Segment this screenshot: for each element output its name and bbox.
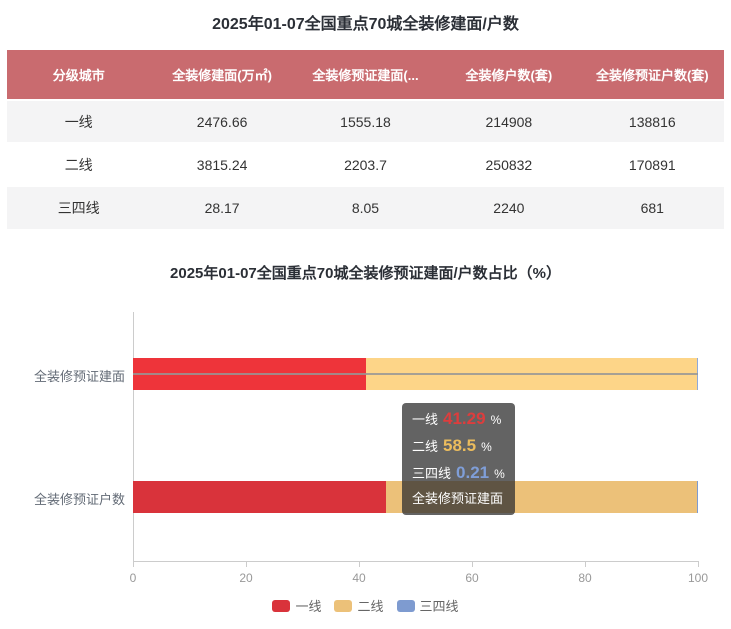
value-cell: 2476.66 [150,100,293,143]
col-header-city: 分级城市 [7,50,150,100]
table-row: 一线 2476.66 1555.18 214908 138816 [7,100,724,143]
table-header: 分级城市 全装修建面(万㎡) 全装修预证建面(... 全装修户数(套) 全装修预… [7,50,724,100]
legend-label: 三四线 [420,596,459,615]
bar-segment-二线[interactable] [386,481,697,513]
city-cell: 三四线 [7,186,150,229]
stacked-bar-permit-units[interactable] [133,481,698,513]
col-header-permit-area: 全装修预证建面(... [294,50,437,100]
x-axis-tick [698,562,699,567]
chart-title: 2025年01-07全国重点70城全装修预证建面/户数占比（%） [0,262,731,283]
col-header-units: 全装修户数(套) [437,50,580,100]
x-axis-tick-label: 100 [678,571,718,585]
tooltip-unit: % [481,434,492,460]
city-cell: 一线 [7,100,150,143]
table-header-row: 分级城市 全装修建面(万㎡) 全装修预证建面(... 全装修户数(套) 全装修预… [7,50,724,100]
value-cell: 170891 [581,143,724,186]
legend-marker [272,600,290,612]
legend-marker [334,600,352,612]
x-axis-tick-label: 80 [565,571,605,585]
tooltip-unit: % [491,407,502,433]
value-cell: 138816 [581,100,724,143]
tooltip-row: 一线41.29% [412,406,505,433]
legend-label: 一线 [295,596,321,615]
page-canvas: 2025年01-07全国重点70城全装修建面/户数 分级城市 全装修建面(万㎡)… [0,0,731,629]
city-cell: 二线 [7,143,150,186]
tooltip-value: 41.29 [443,406,486,432]
value-cell: 681 [581,186,724,229]
x-axis-tick-label: 20 [226,571,266,585]
bar-segment-三四线[interactable] [697,481,698,513]
axis-pointer-line [133,373,698,375]
table-row: 三四线 28.17 8.05 2240 681 [7,186,724,229]
x-axis-tick [133,562,134,567]
legend-item-一线[interactable]: 一线 [272,596,321,615]
col-header-permit-units: 全装修预证户数(套) [581,50,724,100]
legend-item-二线[interactable]: 二线 [334,596,383,615]
value-cell: 2203.7 [294,143,437,186]
value-cell: 28.17 [150,186,293,229]
value-cell: 3815.24 [150,143,293,186]
value-cell: 214908 [437,100,580,143]
x-axis-tick [472,562,473,567]
legend-marker [397,600,415,612]
chart-legend: 一线 二线 三四线 [0,596,731,615]
x-axis-tick-label: 40 [339,571,379,585]
x-axis-tick [246,562,247,567]
tooltip-row: 二线58.5% [412,433,505,460]
value-cell: 2240 [437,186,580,229]
col-header-built-area: 全装修建面(万㎡) [150,50,293,100]
tooltip-value: 58.5 [443,433,476,459]
tooltip-label: 二线 [412,434,438,460]
x-axis-tick [585,562,586,567]
summary-table: 分级城市 全装修建面(万㎡) 全装修预证建面(... 全装修户数(套) 全装修预… [7,50,724,229]
tooltip-label: 一线 [412,407,438,433]
legend-label: 二线 [357,596,383,615]
page-title: 2025年01-07全国重点70城全装修建面/户数 [0,10,731,34]
x-axis-line [133,561,699,562]
x-axis-tick-label: 60 [452,571,492,585]
x-axis-tick [359,562,360,567]
value-cell: 1555.18 [294,100,437,143]
category-label-permit-area: 全装修预证建面 [5,366,125,385]
table-row: 二线 3815.24 2203.7 250832 170891 [7,143,724,186]
y-axis-line [133,312,134,561]
bar-segment-一线[interactable] [133,481,386,513]
x-axis-tick-label: 0 [113,571,153,585]
legend-item-三四线[interactable]: 三四线 [397,596,459,615]
category-label-permit-units: 全装修预证户数 [5,489,125,508]
value-cell: 8.05 [294,186,437,229]
table-body: 一线 2476.66 1555.18 214908 138816 二线 3815… [7,100,724,229]
value-cell: 250832 [437,143,580,186]
